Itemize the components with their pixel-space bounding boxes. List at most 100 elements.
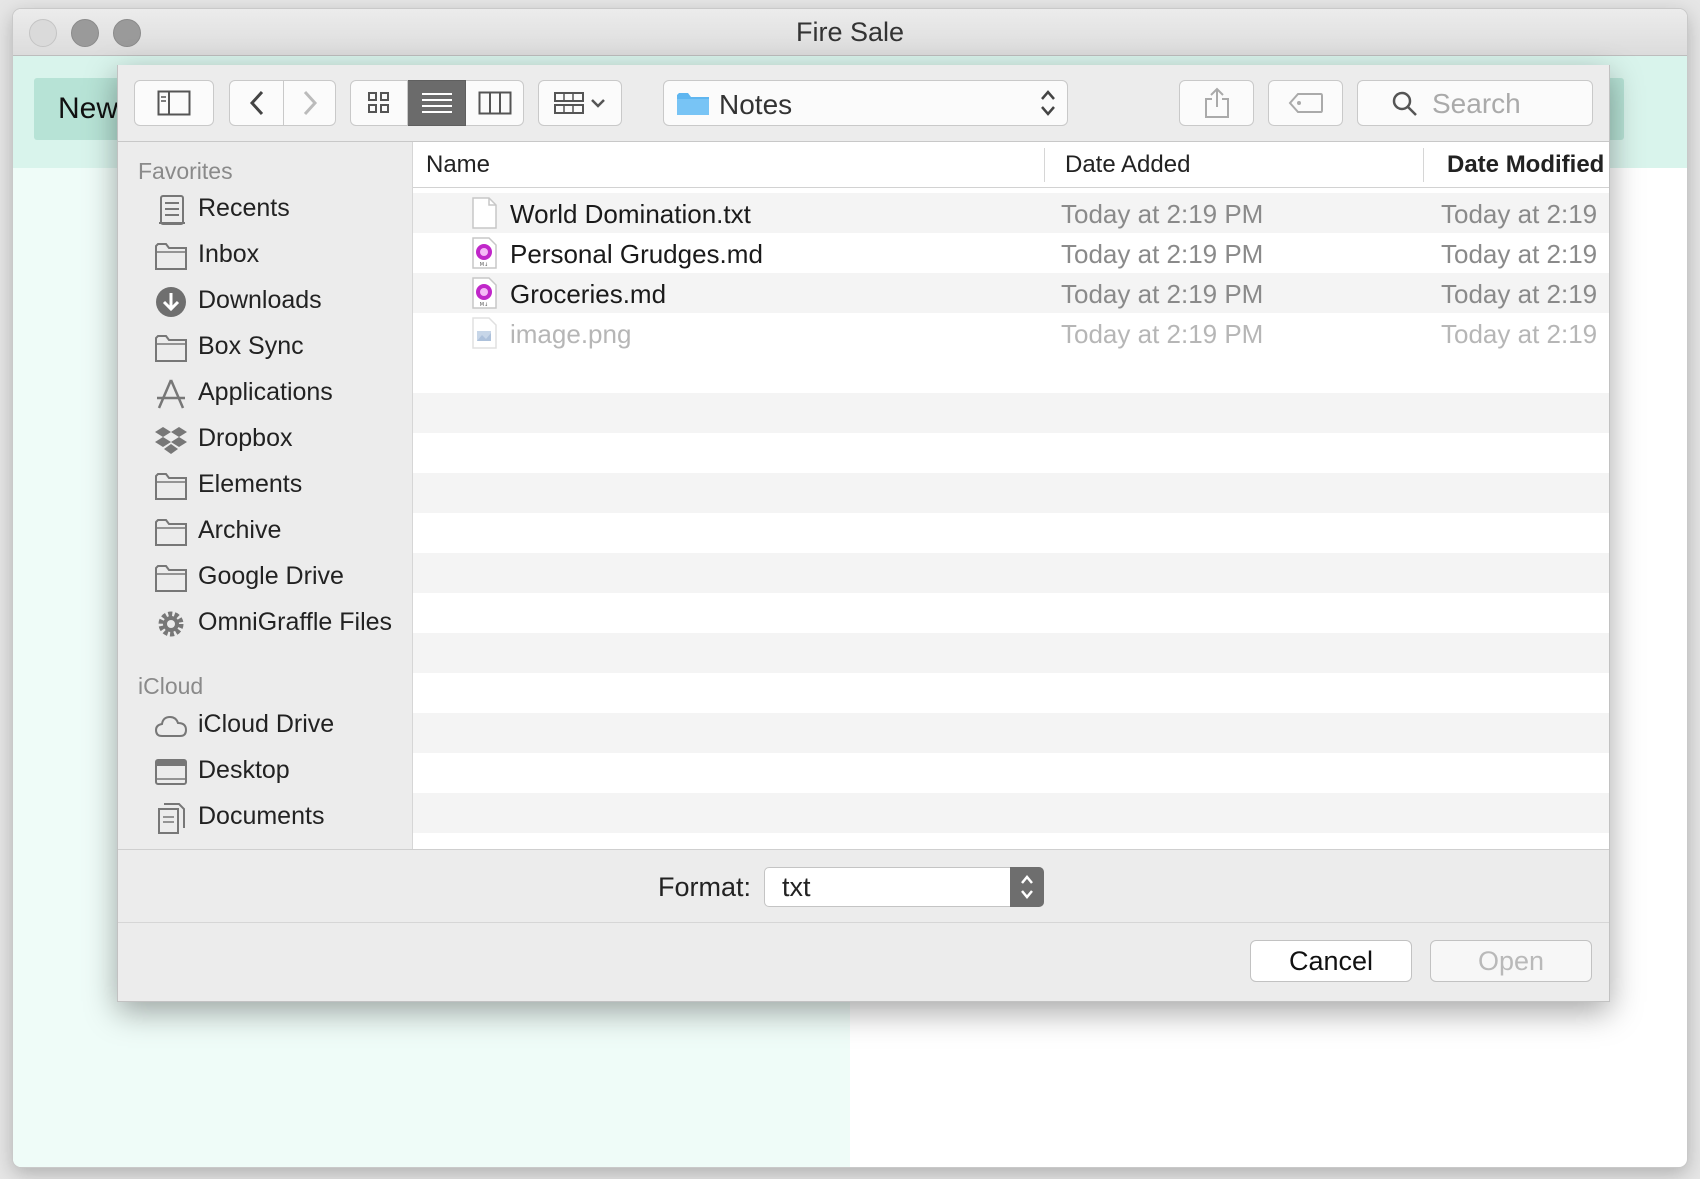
empty-row: [413, 793, 1609, 833]
markdown-file-icon: M↓: [472, 237, 497, 269]
format-bar: Format: txt: [118, 849, 1609, 923]
sidebar-item-label: Elements: [198, 470, 303, 498]
arrange-menu-button[interactable]: [538, 80, 622, 126]
table-row[interactable]: World Domination.txt Today at 2:19 PM To…: [413, 193, 1609, 233]
share-icon: [1204, 87, 1229, 118]
sidebar-item-label: iCloud Drive: [198, 710, 335, 738]
sidebar-item-desktop[interactable]: Desktop: [118, 749, 412, 795]
search-field[interactable]: [1357, 80, 1593, 126]
folder-icon: [155, 565, 187, 592]
folder-icon: [155, 243, 187, 270]
chevron-left-icon: [249, 90, 263, 116]
sidebar-item-label: Applications: [198, 378, 333, 406]
column-view-button[interactable]: [466, 80, 524, 126]
sidebar-item-label: Recents: [198, 194, 290, 222]
share-button[interactable]: [1179, 80, 1254, 126]
sidebar-item-elements[interactable]: Elements: [118, 463, 412, 509]
file-name: image.png: [510, 319, 632, 349]
sidebar-item-label: Archive: [198, 516, 282, 544]
sidebar-item-downloads[interactable]: Downloads: [118, 279, 412, 325]
column-header-date-modified[interactable]: Date Modified: [1447, 151, 1604, 179]
folder-icon: [677, 93, 709, 115]
sidebar-item-label: Inbox: [198, 240, 260, 268]
new-file-button-label: New: [58, 92, 119, 125]
icon-view-button[interactable]: [350, 80, 408, 126]
format-value: txt: [782, 872, 811, 902]
chevron-updown-icon: [1041, 90, 1055, 116]
empty-row: [413, 393, 1609, 433]
file-date-modified: Today at 2:19: [1441, 199, 1598, 229]
sidebar: Favorites Recents Inbox Downloads Box Sy…: [118, 142, 413, 851]
sidebar-item-label: Google Drive: [198, 562, 344, 590]
sidebar-item-archive[interactable]: Archive: [118, 509, 412, 555]
documents-icon: [158, 803, 185, 834]
file-name: Groceries.md: [510, 279, 667, 309]
gear-icon: [158, 611, 184, 637]
chevron-updown-icon: [1021, 875, 1033, 899]
text-file-icon: [472, 197, 497, 229]
sidebar-item-label: Downloads: [198, 286, 322, 314]
column-divider[interactable]: [1044, 148, 1045, 182]
sidebar-item-inbox[interactable]: Inbox: [118, 233, 412, 279]
column-header-name[interactable]: Name: [426, 151, 490, 179]
list-icon: [421, 93, 452, 113]
location-popup[interactable]: Notes: [663, 80, 1068, 126]
format-select[interactable]: txt: [764, 867, 1044, 907]
columns-icon: [478, 91, 511, 115]
sidebar-item-icloud-drive[interactable]: iCloud Drive: [118, 703, 412, 749]
sidebar-heading-favorites: Favorites: [138, 158, 233, 184]
cancel-button[interactable]: Cancel: [1250, 940, 1412, 982]
sidebar-item-omnigraffle-files[interactable]: OmniGraffle Files: [118, 601, 412, 647]
sidebar-item-label: Desktop: [198, 756, 290, 784]
chevron-right-icon: [303, 90, 317, 116]
sidebar-item-label: Box Sync: [198, 332, 304, 360]
desktop-icon: [155, 759, 187, 785]
open-file-dialog: Notes Favorites Recents Inbo: [117, 65, 1610, 1002]
folder-icon: [155, 335, 187, 362]
list-header: Name Date Added Date Modified: [413, 142, 1609, 188]
empty-row: [413, 553, 1609, 593]
sidebar-item-recents[interactable]: Recents: [118, 187, 412, 233]
sidebar-item-dropbox[interactable]: Dropbox: [118, 417, 412, 463]
window-titlebar[interactable]: Fire Sale: [13, 9, 1687, 56]
recents-icon: [159, 195, 185, 225]
sidebar-item-documents[interactable]: Documents: [118, 795, 412, 841]
file-date-added: Today at 2:19 PM: [1061, 319, 1264, 349]
column-divider[interactable]: [1423, 148, 1424, 182]
dropbox-icon: [155, 427, 187, 454]
back-button[interactable]: [229, 80, 284, 126]
file-date-added: Today at 2:19 PM: [1061, 239, 1264, 269]
sidebar-item-box-sync[interactable]: Box Sync: [118, 325, 412, 371]
image-file-icon: [472, 317, 497, 349]
location-label: Notes: [719, 89, 793, 120]
column-header-date-added[interactable]: Date Added: [1065, 151, 1190, 179]
file-date-modified: Today at 2:19: [1441, 279, 1598, 309]
sidebar-item-google-drive[interactable]: Google Drive: [118, 555, 412, 601]
table-row[interactable]: M↓ Groceries.md Today at 2:19 PM Today a…: [413, 273, 1609, 313]
search-icon: [1392, 91, 1417, 116]
svg-text:M↓: M↓: [480, 262, 489, 268]
dialog-toolbar: Notes: [118, 65, 1609, 142]
format-label: Format:: [658, 872, 752, 902]
tag-button[interactable]: [1268, 80, 1343, 126]
sidebar-heading-icloud: iCloud: [138, 673, 204, 699]
table-row: image.png Today at 2:19 PM Today at 2:19: [413, 313, 1609, 353]
file-list: Name Date Added Date Modified World Domi…: [413, 142, 1609, 851]
empty-row: [413, 713, 1609, 753]
arrange-icon: [554, 92, 605, 114]
app-window: Fire Sale New Notes Search Favorites Rec…: [13, 9, 1687, 1167]
format-stepper[interactable]: [1010, 867, 1044, 907]
sidebar-item-applications[interactable]: Applications: [118, 371, 412, 417]
markdown-file-icon: M↓: [472, 277, 497, 309]
open-button[interactable]: Open: [1430, 940, 1592, 982]
downloads-icon: [156, 287, 186, 317]
cloud-icon: [154, 715, 188, 737]
folder-icon: [155, 473, 187, 500]
forward-button[interactable]: [284, 80, 336, 126]
sidebar-toggle-button[interactable]: [134, 80, 214, 126]
sidebar-item-label: OmniGraffle Files: [198, 608, 393, 636]
table-row[interactable]: M↓ Personal Grudges.md Today at 2:19 PM …: [413, 233, 1609, 273]
list-view-button[interactable]: [408, 80, 466, 126]
search-input[interactable]: [1430, 87, 1584, 121]
file-date-added: Today at 2:19 PM: [1061, 279, 1264, 309]
